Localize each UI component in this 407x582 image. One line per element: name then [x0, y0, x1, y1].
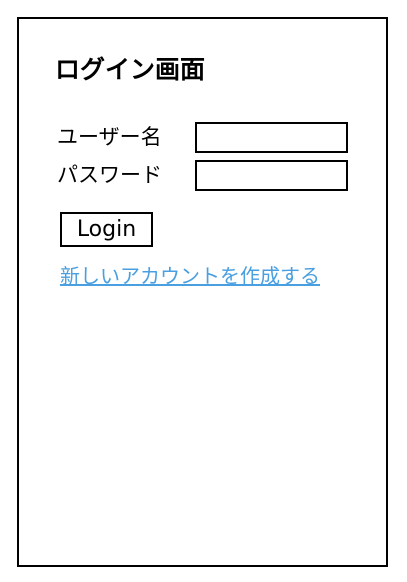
username-input[interactable]	[195, 122, 348, 153]
create-account-link[interactable]: 新しいアカウントを作成する	[60, 262, 320, 290]
password-label: パスワード	[57, 163, 162, 187]
page-title: ログイン画面	[55, 55, 206, 84]
login-button[interactable]: Login	[60, 212, 153, 247]
username-label: ユーザー名	[57, 125, 162, 149]
password-input[interactable]	[195, 160, 348, 191]
login-panel: ログイン画面 ユーザー名 パスワード Login 新しいアカウントを作成する	[17, 17, 388, 567]
